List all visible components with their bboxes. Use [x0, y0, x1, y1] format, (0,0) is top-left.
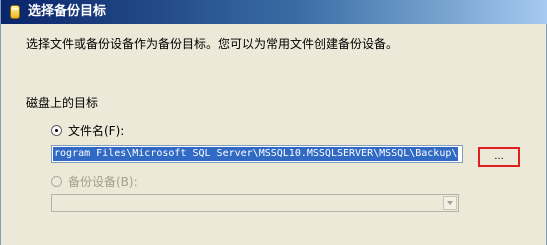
select-backup-destination-dialog: 选择备份目标 选择文件或备份设备作为备份目标。您可以为常用文件创建备份设备。 磁… — [0, 0, 547, 245]
database-icon — [10, 5, 20, 19]
file-name-label[interactable]: 文件名(F): — [68, 124, 124, 138]
chevron-down-icon[interactable] — [443, 196, 457, 210]
file-path-input[interactable]: rogram Files\Microsoft SQL Server\MSSQL1… — [51, 145, 463, 163]
backup-device-radio[interactable] — [51, 176, 62, 187]
file-name-radio[interactable] — [51, 125, 62, 136]
file-path-value: rogram Files\Microsoft SQL Server\MSSQL1… — [53, 147, 459, 161]
backup-device-label: 备份设备(B): — [68, 175, 138, 189]
disk-destination-label: 磁盘上的目标 — [26, 96, 99, 110]
dialog-title: 选择备份目标 — [28, 4, 107, 19]
dialog-description: 选择文件或备份设备作为备份目标。您可以为常用文件创建备份设备。 — [26, 37, 399, 51]
browse-button[interactable]: ... — [478, 147, 520, 167]
title-bar[interactable]: 选择备份目标 — [1, 0, 547, 24]
backup-device-select[interactable] — [51, 194, 459, 212]
